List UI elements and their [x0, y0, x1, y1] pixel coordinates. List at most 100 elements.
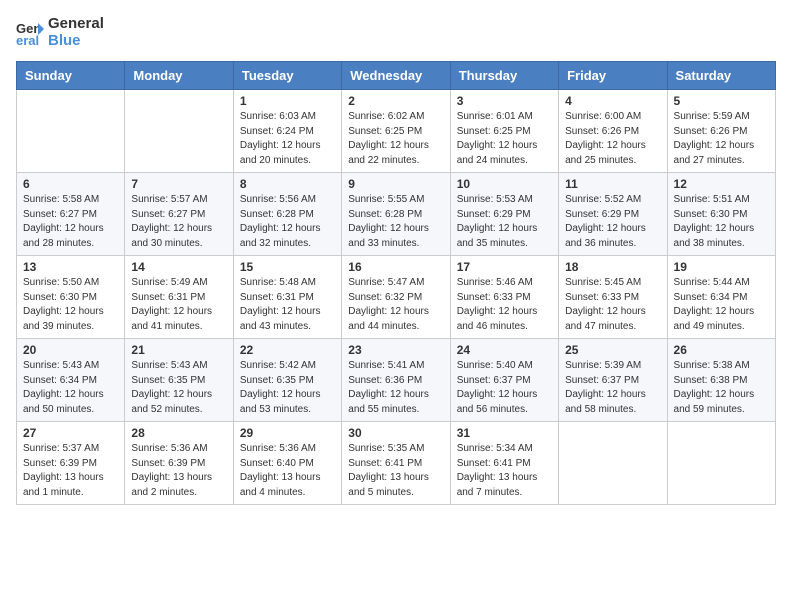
logo-blue: Blue	[48, 33, 104, 50]
day-number: 2	[348, 94, 443, 108]
calendar-week-row: 6Sunrise: 5:58 AM Sunset: 6:27 PM Daylig…	[17, 173, 776, 256]
weekday-header-sunday: Sunday	[17, 62, 125, 90]
day-info: Sunrise: 5:53 AM Sunset: 6:29 PM Dayligh…	[457, 193, 552, 251]
day-number: 17	[457, 260, 552, 274]
calendar-cell: 10Sunrise: 5:53 AM Sunset: 6:29 PM Dayli…	[450, 173, 558, 256]
calendar-cell: 23 Sunrise: 5:41 AM Sunset: 6:36 PM Dayli…	[342, 339, 450, 422]
day-number: 13	[23, 260, 118, 274]
day-number: 30	[348, 426, 443, 440]
calendar-cell	[667, 422, 775, 505]
day-number: 20	[23, 343, 118, 357]
calendar-cell: 1Sunrise: 6:03 AM Sunset: 6:24 PM Daylig…	[233, 90, 341, 173]
calendar-cell: 4 Sunrise: 6:00 AM Sunset: 6:26 PM Daylig…	[559, 90, 667, 173]
day-number: 5	[674, 94, 769, 108]
day-info: Sunrise: 5:44 AM Sunset: 6:34 PM Dayligh…	[674, 276, 769, 334]
day-info: Sunrise: 6:00 AM Sunset: 6:26 PM Dayligh…	[565, 110, 660, 168]
logo-general: General	[48, 16, 104, 33]
day-number: 16	[348, 260, 443, 274]
day-info: Sunrise: 5:41 AM Sunset: 6:36 PM Dayligh…	[348, 359, 443, 417]
calendar-cell: 17Sunrise: 5:46 AM Sunset: 6:33 PM Dayli…	[450, 256, 558, 339]
day-info: Sunrise: 6:02 AM Sunset: 6:25 PM Dayligh…	[348, 110, 443, 168]
calendar-week-row: 1Sunrise: 6:03 AM Sunset: 6:24 PM Daylig…	[17, 90, 776, 173]
day-info: Sunrise: 5:36 AM Sunset: 6:39 PM Dayligh…	[131, 442, 226, 500]
day-info: Sunrise: 5:58 AM Sunset: 6:27 PM Dayligh…	[23, 193, 118, 251]
weekday-header-saturday: Saturday	[667, 62, 775, 90]
calendar-cell: 9Sunrise: 5:55 AM Sunset: 6:28 PM Daylig…	[342, 173, 450, 256]
day-info: Sunrise: 5:40 AM Sunset: 6:37 PM Dayligh…	[457, 359, 552, 417]
day-number: 12	[674, 177, 769, 191]
calendar-cell	[559, 422, 667, 505]
calendar-cell: 24 Sunrise: 5:40 AM Sunset: 6:37 PM Dayli…	[450, 339, 558, 422]
page-header: Gen eral General Blue	[16, 16, 776, 49]
calendar-cell: 12 Sunrise: 5:51 AM Sunset: 6:30 PM Dayli…	[667, 173, 775, 256]
day-info: Sunrise: 5:35 AM Sunset: 6:41 PM Dayligh…	[348, 442, 443, 500]
calendar-cell: 31 Sunrise: 5:34 AM Sunset: 6:41 PM Dayli…	[450, 422, 558, 505]
day-number: 15	[240, 260, 335, 274]
calendar-cell: 11Sunrise: 5:52 AM Sunset: 6:29 PM Dayli…	[559, 173, 667, 256]
logo: Gen eral General Blue	[16, 16, 104, 49]
weekday-header-wednesday: Wednesday	[342, 62, 450, 90]
calendar-cell: 15 Sunrise: 5:48 AM Sunset: 6:31 PM Dayli…	[233, 256, 341, 339]
day-number: 27	[23, 426, 118, 440]
day-number: 14	[131, 260, 226, 274]
day-info: Sunrise: 6:03 AM Sunset: 6:24 PM Dayligh…	[240, 110, 335, 168]
day-info: Sunrise: 5:42 AM Sunset: 6:35 PM Dayligh…	[240, 359, 335, 417]
day-info: Sunrise: 5:59 AM Sunset: 6:26 PM Dayligh…	[674, 110, 769, 168]
calendar-cell: 3Sunrise: 6:01 AM Sunset: 6:25 PM Daylig…	[450, 90, 558, 173]
calendar-week-row: 20Sunrise: 5:43 AM Sunset: 6:34 PM Dayli…	[17, 339, 776, 422]
day-info: Sunrise: 5:57 AM Sunset: 6:27 PM Dayligh…	[131, 193, 226, 251]
day-info: Sunrise: 5:49 AM Sunset: 6:31 PM Dayligh…	[131, 276, 226, 334]
calendar-cell: 26 Sunrise: 5:38 AM Sunset: 6:38 PM Dayli…	[667, 339, 775, 422]
day-info: Sunrise: 5:50 AM Sunset: 6:30 PM Dayligh…	[23, 276, 118, 334]
day-info: Sunrise: 5:45 AM Sunset: 6:33 PM Dayligh…	[565, 276, 660, 334]
day-info: Sunrise: 5:56 AM Sunset: 6:28 PM Dayligh…	[240, 193, 335, 251]
calendar-cell: 21Sunrise: 5:43 AM Sunset: 6:35 PM Dayli…	[125, 339, 233, 422]
day-info: Sunrise: 5:47 AM Sunset: 6:32 PM Dayligh…	[348, 276, 443, 334]
day-number: 7	[131, 177, 226, 191]
day-number: 18	[565, 260, 660, 274]
day-info: Sunrise: 5:48 AM Sunset: 6:31 PM Dayligh…	[240, 276, 335, 334]
calendar-cell: 22 Sunrise: 5:42 AM Sunset: 6:35 PM Dayli…	[233, 339, 341, 422]
calendar-cell: 25 Sunrise: 5:39 AM Sunset: 6:37 PM Dayli…	[559, 339, 667, 422]
calendar-cell: 6Sunrise: 5:58 AM Sunset: 6:27 PM Daylig…	[17, 173, 125, 256]
day-info: Sunrise: 5:36 AM Sunset: 6:40 PM Dayligh…	[240, 442, 335, 500]
day-info: Sunrise: 5:38 AM Sunset: 6:38 PM Dayligh…	[674, 359, 769, 417]
calendar-table: SundayMondayTuesdayWednesdayThursdayFrid…	[16, 61, 776, 505]
day-info: Sunrise: 5:43 AM Sunset: 6:35 PM Dayligh…	[131, 359, 226, 417]
calendar-cell: 8 Sunrise: 5:56 AM Sunset: 6:28 PM Daylig…	[233, 173, 341, 256]
day-number: 26	[674, 343, 769, 357]
day-info: Sunrise: 5:51 AM Sunset: 6:30 PM Dayligh…	[674, 193, 769, 251]
calendar-header-row: SundayMondayTuesdayWednesdayThursdayFrid…	[17, 62, 776, 90]
calendar-cell: 29 Sunrise: 5:36 AM Sunset: 6:40 PM Dayli…	[233, 422, 341, 505]
day-info: Sunrise: 5:39 AM Sunset: 6:37 PM Dayligh…	[565, 359, 660, 417]
day-number: 8	[240, 177, 335, 191]
day-number: 29	[240, 426, 335, 440]
weekday-header-monday: Monday	[125, 62, 233, 90]
calendar-cell: 18 Sunrise: 5:45 AM Sunset: 6:33 PM Dayli…	[559, 256, 667, 339]
day-info: Sunrise: 6:01 AM Sunset: 6:25 PM Dayligh…	[457, 110, 552, 168]
day-info: Sunrise: 5:37 AM Sunset: 6:39 PM Dayligh…	[23, 442, 118, 500]
day-number: 4	[565, 94, 660, 108]
calendar-cell: 13 Sunrise: 5:50 AM Sunset: 6:30 PM Dayli…	[17, 256, 125, 339]
day-info: Sunrise: 5:34 AM Sunset: 6:41 PM Dayligh…	[457, 442, 552, 500]
svg-text:eral: eral	[16, 33, 39, 47]
calendar-cell: 14 Sunrise: 5:49 AM Sunset: 6:31 PM Dayli…	[125, 256, 233, 339]
day-number: 28	[131, 426, 226, 440]
day-number: 19	[674, 260, 769, 274]
calendar-week-row: 13 Sunrise: 5:50 AM Sunset: 6:30 PM Dayli…	[17, 256, 776, 339]
day-number: 31	[457, 426, 552, 440]
day-number: 25	[565, 343, 660, 357]
calendar-week-row: 27 Sunrise: 5:37 AM Sunset: 6:39 PM Dayli…	[17, 422, 776, 505]
weekday-header-friday: Friday	[559, 62, 667, 90]
calendar-cell: 20Sunrise: 5:43 AM Sunset: 6:34 PM Dayli…	[17, 339, 125, 422]
calendar-cell: 30 Sunrise: 5:35 AM Sunset: 6:41 PM Dayli…	[342, 422, 450, 505]
calendar-cell: 19 Sunrise: 5:44 AM Sunset: 6:34 PM Dayli…	[667, 256, 775, 339]
calendar-cell	[17, 90, 125, 173]
day-number: 23	[348, 343, 443, 357]
calendar-cell	[125, 90, 233, 173]
calendar-cell: 28 Sunrise: 5:36 AM Sunset: 6:39 PM Dayli…	[125, 422, 233, 505]
calendar-cell: 27 Sunrise: 5:37 AM Sunset: 6:39 PM Dayli…	[17, 422, 125, 505]
day-number: 22	[240, 343, 335, 357]
day-number: 9	[348, 177, 443, 191]
day-number: 24	[457, 343, 552, 357]
